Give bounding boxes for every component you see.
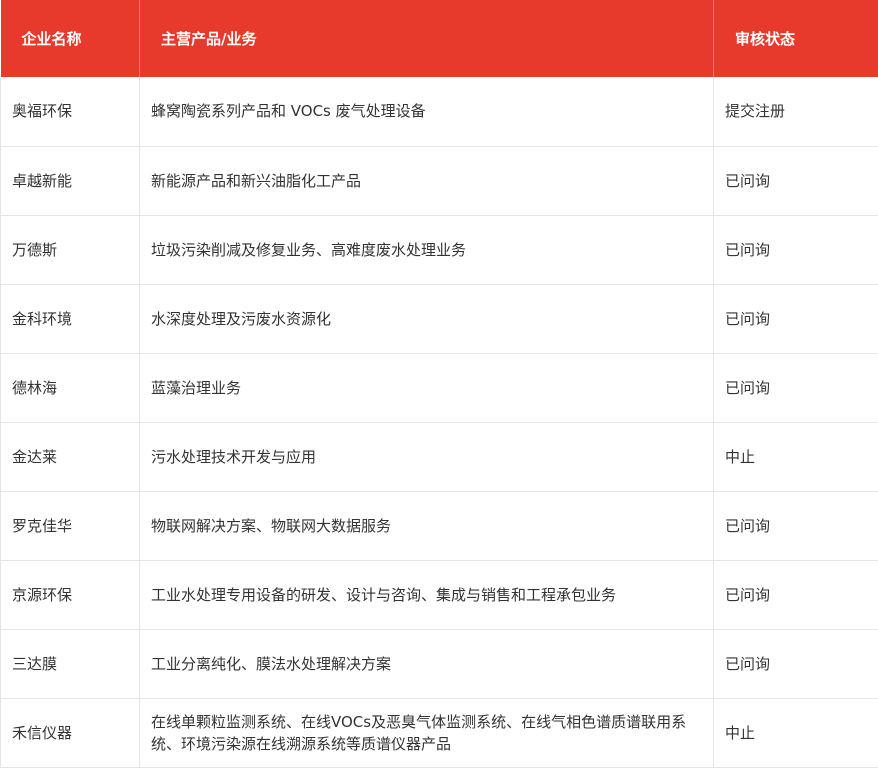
status-cell: 已问询 [713, 629, 878, 699]
table-header: 企业名称 主营产品/业务 审核状态 [0, 0, 878, 77]
company-cell: 三达膜 [0, 629, 140, 699]
ipo-status-table: 企业名称 主营产品/业务 审核状态 奥福环保 蜂窝陶瓷系列产品和 VOCs 废气… [0, 0, 878, 768]
table-row: 金达莱 污水处理技术开发与应用 中止 [0, 422, 878, 492]
company-cell: 金科环境 [0, 284, 140, 354]
company-cell: 京源环保 [0, 560, 140, 630]
company-cell: 金达莱 [0, 422, 140, 492]
business-cell: 污水处理技术开发与应用 [139, 422, 714, 492]
table-row: 万德斯 垃圾污染削减及修复业务、高难度废水处理业务 已问询 [0, 215, 878, 285]
business-cell: 新能源产品和新兴油脂化工产品 [139, 146, 714, 216]
status-cell: 已问询 [713, 560, 878, 630]
business-cell: 物联网解决方案、物联网大数据服务 [139, 491, 714, 561]
business-cell: 工业分离纯化、膜法水处理解决方案 [139, 629, 714, 699]
business-cell: 蜂窝陶瓷系列产品和 VOCs 废气处理设备 [139, 77, 714, 147]
table-body: 奥福环保 蜂窝陶瓷系列产品和 VOCs 废气处理设备 提交注册 卓越新能 新能源… [0, 77, 878, 768]
header-status: 审核状态 [713, 0, 878, 77]
business-cell: 水深度处理及污废水资源化 [139, 284, 714, 354]
company-cell: 奥福环保 [0, 77, 140, 147]
table-row: 罗克佳华 物联网解决方案、物联网大数据服务 已问询 [0, 491, 878, 561]
company-cell: 禾信仪器 [0, 698, 140, 768]
table-row: 德林海 蓝藻治理业务 已问询 [0, 353, 878, 423]
business-cell: 在线单颗粒监测系统、在线VOCs及恶臭气体监测系统、在线气相色谱质谱联用系统、环… [139, 698, 714, 768]
table-row: 奥福环保 蜂窝陶瓷系列产品和 VOCs 废气处理设备 提交注册 [0, 77, 878, 147]
status-cell: 提交注册 [713, 77, 878, 147]
company-cell: 卓越新能 [0, 146, 140, 216]
business-cell: 工业水处理专用设备的研发、设计与咨询、集成与销售和工程承包业务 [139, 560, 714, 630]
status-cell: 已问询 [713, 215, 878, 285]
company-cell: 万德斯 [0, 215, 140, 285]
status-cell: 中止 [713, 698, 878, 768]
header-company: 企业名称 [0, 0, 140, 77]
company-cell: 罗克佳华 [0, 491, 140, 561]
status-cell: 已问询 [713, 146, 878, 216]
table-row: 卓越新能 新能源产品和新兴油脂化工产品 已问询 [0, 146, 878, 216]
status-cell: 已问询 [713, 491, 878, 561]
status-cell: 中止 [713, 422, 878, 492]
status-cell: 已问询 [713, 353, 878, 423]
business-cell: 蓝藻治理业务 [139, 353, 714, 423]
business-cell: 垃圾污染削减及修复业务、高难度废水处理业务 [139, 215, 714, 285]
table-row: 京源环保 工业水处理专用设备的研发、设计与咨询、集成与销售和工程承包业务 已问询 [0, 560, 878, 630]
header-business: 主营产品/业务 [139, 0, 714, 77]
table-row: 三达膜 工业分离纯化、膜法水处理解决方案 已问询 [0, 629, 878, 699]
table-row: 金科环境 水深度处理及污废水资源化 已问询 [0, 284, 878, 354]
table-row: 禾信仪器 在线单颗粒监测系统、在线VOCs及恶臭气体监测系统、在线气相色谱质谱联… [0, 698, 878, 768]
company-cell: 德林海 [0, 353, 140, 423]
header-row: 企业名称 主营产品/业务 审核状态 [0, 0, 878, 77]
status-cell: 已问询 [713, 284, 878, 354]
